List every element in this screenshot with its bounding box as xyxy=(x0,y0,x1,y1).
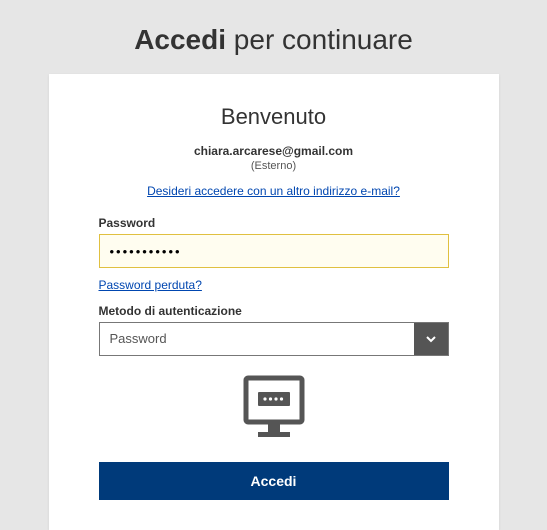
auth-method-label: Metodo di autenticazione xyxy=(99,304,449,318)
page-title-rest: per continuare xyxy=(226,24,413,55)
other-email-link[interactable]: Desideri accedere con un altro indirizzo… xyxy=(99,184,449,198)
password-monitor-illustration xyxy=(99,374,449,444)
page-title: Accedi per continuare xyxy=(0,0,547,74)
password-input[interactable] xyxy=(99,234,449,268)
password-label: Password xyxy=(99,216,449,230)
welcome-heading: Benvenuto xyxy=(99,104,449,130)
auth-method-toggle[interactable] xyxy=(414,323,448,355)
auth-method-value: Password xyxy=(100,323,414,355)
login-card: Benvenuto chiara.arcarese@gmail.com (Est… xyxy=(49,74,499,530)
forgot-password-link[interactable]: Password perduta? xyxy=(99,278,202,292)
external-badge: (Esterno) xyxy=(99,160,449,172)
user-email: chiara.arcarese@gmail.com xyxy=(99,144,449,158)
password-row: Password xyxy=(99,216,449,268)
chevron-down-icon xyxy=(425,333,437,345)
submit-button[interactable]: Accedi xyxy=(99,462,449,500)
monitor-password-icon xyxy=(238,374,310,444)
auth-method-row: Metodo di autenticazione Password xyxy=(99,304,449,356)
auth-method-select[interactable]: Password xyxy=(99,322,449,356)
page-title-bold: Accedi xyxy=(134,24,226,55)
